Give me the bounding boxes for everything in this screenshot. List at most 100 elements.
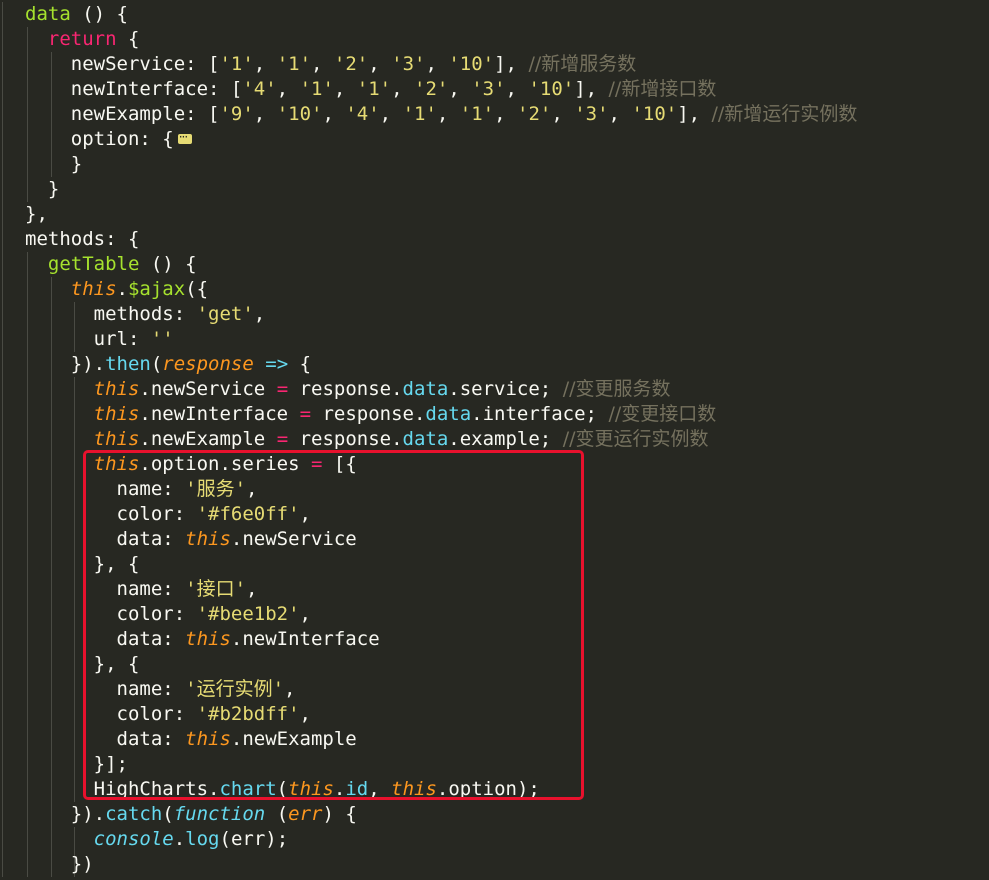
code-token: {: [288, 353, 312, 375]
code-token: ,: [322, 103, 346, 125]
code-token: .interface;: [471, 403, 609, 425]
code-token: ,: [253, 303, 266, 325]
code-line: this.newExample = response.data.example;…: [25, 427, 709, 452]
code-token: (: [150, 353, 163, 375]
code-token: response: [162, 353, 254, 375]
code-token: response.: [311, 403, 426, 425]
code-token: ,: [368, 53, 392, 75]
code-token: response.: [288, 428, 403, 450]
code-token: }): [25, 853, 94, 875]
code-line: newService: ['1', '1', '2', '3', '10'], …: [25, 52, 637, 77]
code-token: '2': [414, 78, 449, 100]
code-token: //新增运行实例数: [711, 103, 858, 125]
code-token: =: [276, 428, 289, 450]
code-token: ],: [677, 103, 712, 125]
code-token: (: [162, 803, 174, 825]
code-token: () {: [70, 3, 128, 25]
code-line: }: [25, 177, 59, 202]
code-token: err: [288, 803, 323, 825]
code-token: this: [93, 428, 140, 450]
code-token: .newExample: [139, 428, 277, 450]
code-token: ],: [494, 53, 529, 75]
code-token: ,: [253, 103, 277, 125]
code-token: '1': [276, 53, 312, 75]
code-token: //变更运行实例数: [562, 428, 709, 450]
code-token: getTable: [47, 253, 140, 275]
code-token: 'get': [196, 303, 254, 325]
code-line: newInterface: ['4', '1', '1', '2', '3', …: [25, 77, 717, 102]
code-token: catch: [105, 803, 163, 825]
code-line: data () {: [25, 2, 128, 27]
code-token: '2': [333, 53, 369, 75]
code-token: data: [25, 3, 71, 25]
highlight-annotation-box: [83, 450, 584, 800]
code-token: '1': [459, 103, 495, 125]
code-token: response.: [288, 378, 403, 400]
code-token: .: [173, 828, 186, 850]
code-token: newExample: [: [25, 103, 220, 125]
code-token: ],: [574, 78, 609, 100]
code-token: '10': [631, 103, 678, 125]
code-token: ,: [505, 78, 529, 100]
code-token: '4': [242, 78, 277, 100]
code-token: .service;: [448, 378, 563, 400]
code-token: function: [173, 803, 266, 825]
code-token: this: [93, 378, 140, 400]
code-token: data: [425, 403, 472, 425]
code-token: =: [276, 378, 289, 400]
code-token: data: [402, 428, 449, 450]
code-token: log: [185, 828, 220, 850]
code-token: ,: [436, 103, 460, 125]
code-token: console: [93, 828, 174, 850]
code-line: }).then(response => {: [25, 352, 311, 377]
fold-indicator[interactable]: [177, 125, 192, 150]
code-token: ,: [253, 53, 277, 75]
code-token: newInterface: [: [25, 78, 243, 100]
code-token: return: [47, 28, 117, 50]
code-token: }: [25, 178, 60, 200]
code-token: '1': [299, 78, 334, 100]
code-editor[interactable]: data () { return { newService: ['1', '1'…: [0, 0, 989, 880]
code-token: '1': [402, 103, 437, 125]
code-line: }: [25, 152, 82, 177]
code-line: url: '': [25, 327, 174, 352]
code-line: methods: 'get',: [25, 302, 266, 327]
code-token: '9': [219, 103, 254, 125]
code-token: .example;: [448, 428, 563, 450]
code-token: this: [70, 278, 117, 300]
code-token: .newInterface: [139, 403, 300, 425]
code-token: '4': [345, 103, 380, 125]
code-token: ,: [379, 103, 403, 125]
code-token: //新增接口数: [608, 78, 717, 100]
code-token: ,: [391, 78, 414, 100]
code-token: '3': [391, 53, 426, 75]
code-token: //变更接口数: [608, 403, 717, 425]
code-token: '10': [448, 53, 495, 75]
code-token: '10': [276, 103, 323, 125]
code-token: ,: [333, 78, 357, 100]
indent-guide: [2, 2, 3, 877]
code-token: '3': [471, 78, 506, 100]
code-token: (err);: [219, 828, 289, 850]
code-token: '3': [574, 103, 609, 125]
code-token: '1': [219, 53, 254, 75]
code-token: url:: [25, 328, 151, 350]
code-line: methods: {: [25, 227, 139, 252]
code-token: }).: [25, 353, 106, 375]
code-line: newExample: ['9', '10', '4', '1', '1', '…: [25, 102, 858, 127]
code-token: },: [25, 203, 48, 225]
code-token: '': [150, 328, 174, 350]
code-token: '1': [356, 78, 392, 100]
code-line: getTable () {: [25, 252, 197, 277]
code-token: //新增服务数: [528, 53, 637, 75]
code-token: =: [299, 403, 312, 425]
code-token: methods: {: [25, 228, 140, 250]
code-token: methods:: [25, 303, 197, 325]
code-line: option: {: [25, 125, 192, 152]
code-token: option: {: [25, 128, 174, 150]
code-token: ({: [185, 278, 209, 300]
